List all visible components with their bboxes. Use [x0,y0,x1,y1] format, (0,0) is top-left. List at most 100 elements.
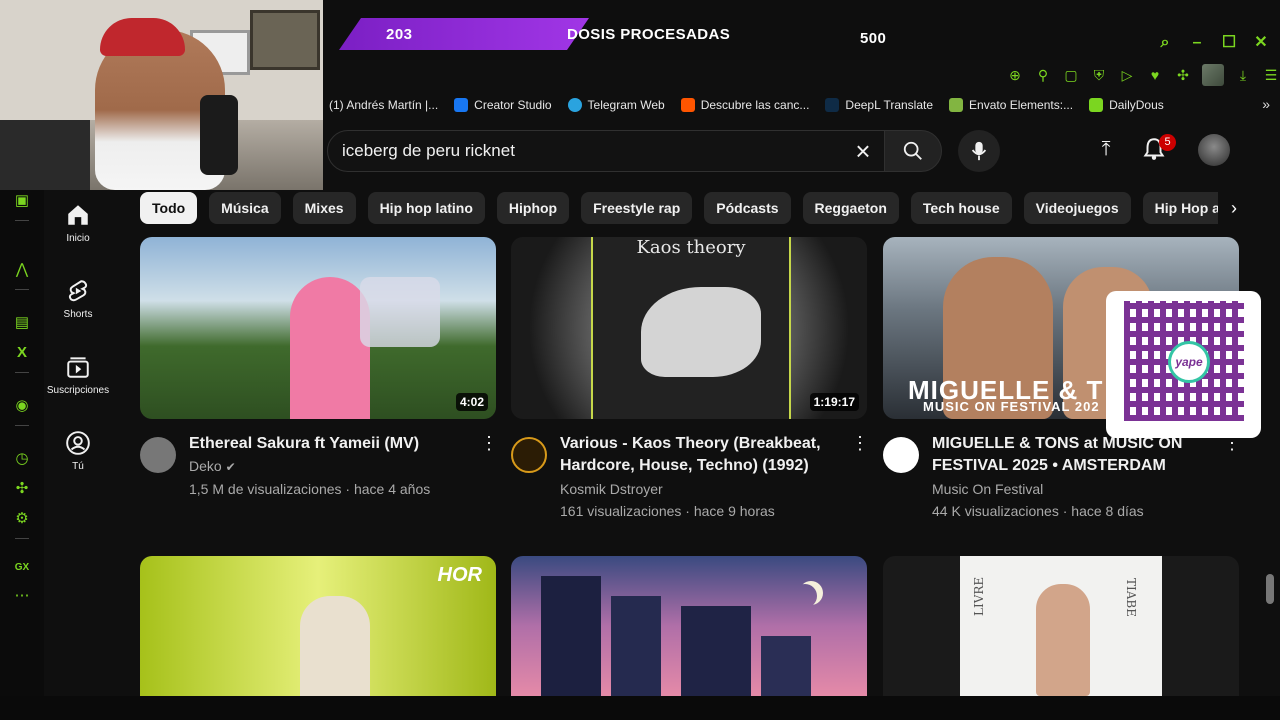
minimize-icon[interactable]: – [1188,34,1206,52]
clear-search-icon[interactable]: × [848,137,878,167]
channel-avatar[interactable] [511,437,547,473]
bookmark-item[interactable]: DailyDous [1089,98,1164,112]
chip-podcasts[interactable]: Pódcasts [704,192,791,224]
video-title[interactable]: MIGUELLE & TONS at MUSIC ON FESTIVAL 202… [932,433,1222,477]
upload-icon[interactable]: ⤒ [1093,138,1119,164]
puzzle-icon[interactable]: ✣ [1174,67,1192,84]
extension-avatar[interactable] [1202,64,1224,86]
close-icon[interactable]: ✕ [1252,34,1270,52]
twitch-icon[interactable]: ▤ [15,312,29,334]
notification-count-badge: 5 [1159,134,1176,151]
search-icon [903,141,922,160]
download-icon[interactable]: ⤓ [1234,67,1252,84]
envato-icon [949,98,964,112]
bookmark-item[interactable]: Creator Studio [454,98,552,112]
dailydous-icon [1089,98,1104,112]
telegram-icon [567,98,582,112]
sidebar-item-subscriptions[interactable]: Suscripciones [44,354,112,396]
video-info: Various - Kaos Theory (Breakbeat, Hardco… [511,433,869,528]
zoom-icon[interactable]: ⊕ [1006,67,1024,84]
chip-todo[interactable]: Todo [140,192,198,224]
channel-name[interactable]: Music On Festival [932,481,1043,497]
yape-logo: yape [1168,341,1210,383]
envato-icon[interactable]: ⋀ [16,259,28,281]
messenger-icon[interactable]: ▣ [15,190,29,212]
bookmark-item[interactable]: Telegram Web [567,98,665,112]
chip-hip-hop-latino[interactable]: Hip hop latino [367,192,485,224]
video-thumbnail[interactable]: LIVRE TIABE [883,556,1239,696]
chip-reggaeton[interactable]: Reggaeton [802,192,899,224]
deepl-icon [825,98,840,112]
chip-videojuegos[interactable]: Videojuegos [1023,192,1131,224]
sidebar-item-home[interactable]: Inicio [44,202,112,244]
search-button[interactable] [884,130,942,172]
thumbnail-side-text-left: LIVRE [972,576,986,616]
channel-avatar[interactable] [883,437,919,473]
player-icon[interactable]: ◉ [15,395,28,417]
progress-label: DOSIS PROCESADAS [567,25,731,43]
video-thumbnail[interactable]: HOR [140,556,496,696]
bookmarks-bar: (1) Andrés Martín |... Creator Studio Te… [323,92,1280,118]
video-info: MIGUELLE & TONS at MUSIC ON FESTIVAL 202… [883,433,1241,528]
chevron-right-icon[interactable]: › [1218,192,1250,224]
x-icon[interactable]: X [17,342,27,364]
chip-mixes[interactable]: Mixes [292,192,356,224]
notifications-button[interactable]: 5 [1141,134,1176,166]
video-title[interactable]: Various - Kaos Theory (Breakbeat, Hardco… [560,433,850,477]
screen: 203 DOSIS PROCESADAS 500 ⌕ – ☐ ✕ ⊕ ⚲ ▢ ⛨… [0,0,1280,720]
home-icon [68,205,88,225]
chip-freestyle-rap[interactable]: Freestyle rap [581,192,693,224]
webcam-overlay [0,0,323,190]
video-info: Ethereal Sakura ft Yameii (MV) Deko ✔ 1,… [140,433,498,528]
more-icon[interactable]: ⋯ [15,585,30,607]
snapshot-icon[interactable]: ▢ [1062,67,1080,84]
voice-search-button[interactable] [958,130,1000,172]
bookmark-item[interactable]: Descubre las canc... [680,98,809,112]
thumbnail-side-text-right: TIABE [1124,578,1138,617]
gx-label[interactable]: GX [15,557,29,579]
pin-icon[interactable]: ⚲ [1034,67,1052,84]
scrollbar-thumb[interactable] [1266,574,1274,604]
channel-avatar[interactable] [140,437,176,473]
search-input[interactable] [328,141,828,161]
shield-icon[interactable]: ⛨ [1090,67,1108,84]
youtube-header: × ⤒ 5 [323,128,1280,174]
thumbnail-text: Kaos theory [636,237,746,258]
you-icon [66,431,90,455]
sidebar-item-you[interactable]: Tú [44,430,112,472]
more-options-icon[interactable]: ⋮ [851,433,869,454]
history-icon[interactable]: ◷ [15,448,28,470]
chip-musica[interactable]: Música [209,192,281,224]
chip-tech-house[interactable]: Tech house [910,192,1012,224]
subscriptions-icon [67,357,89,378]
filter-chips: Todo Música Mixes Hip hop latino Hiphop … [140,192,1245,226]
heart-icon[interactable]: ♥ [1146,67,1164,83]
menu-icon[interactable]: ☰ [1262,67,1280,84]
bookmark-item[interactable]: (1) Andrés Martín |... [329,98,438,112]
maximize-icon[interactable]: ☐ [1220,34,1238,52]
stream-stats-bar: 203 DOSIS PROCESADAS 500 ⌕ – ☐ ✕ [323,0,1280,60]
more-options-icon[interactable]: ⋮ [480,433,498,454]
thumbnail-subtitle-text: MUSIC ON FESTIVAL 202 [923,399,1100,414]
browser-sidebar: ▣ ⋀ ▤ X ◉ ◷ ✣ ⚙ GX ⋯ [0,190,44,696]
bookmarks-more-icon[interactable]: » [1262,96,1270,112]
video-thumbnail[interactable] [511,556,867,696]
extensions-toolbar: ⊕ ⚲ ▢ ⛨ ▷ ♥ ✣ ⤓ ☰ [1006,62,1280,88]
channel-name[interactable]: Kosmik Dstroyer [560,481,663,497]
video-thumbnail[interactable]: 4:02 [140,237,496,419]
bookmark-item[interactable]: Envato Elements:... [949,98,1073,112]
bookmark-item[interactable]: DeepL Translate [825,98,933,112]
thumbnail-logo-text: HOR [437,564,482,586]
sidebar-item-shorts[interactable]: Shorts [44,278,112,320]
video-thumbnail[interactable]: Kaos theory 1:19:17 [511,237,867,419]
channel-name[interactable]: Deko ✔ [189,458,236,474]
play-icon[interactable]: ▷ [1118,67,1136,84]
settings-icon[interactable]: ⚙ [15,508,28,530]
microphone-icon [971,141,987,161]
video-title[interactable]: Ethereal Sakura ft Yameii (MV) [189,433,479,455]
progress-goal: 500 [860,29,887,47]
chip-hiphop[interactable]: Hiphop [496,192,570,224]
search-icon[interactable]: ⌕ [1156,34,1174,52]
extensions-icon[interactable]: ✣ [16,478,29,500]
account-avatar[interactable] [1198,134,1230,166]
